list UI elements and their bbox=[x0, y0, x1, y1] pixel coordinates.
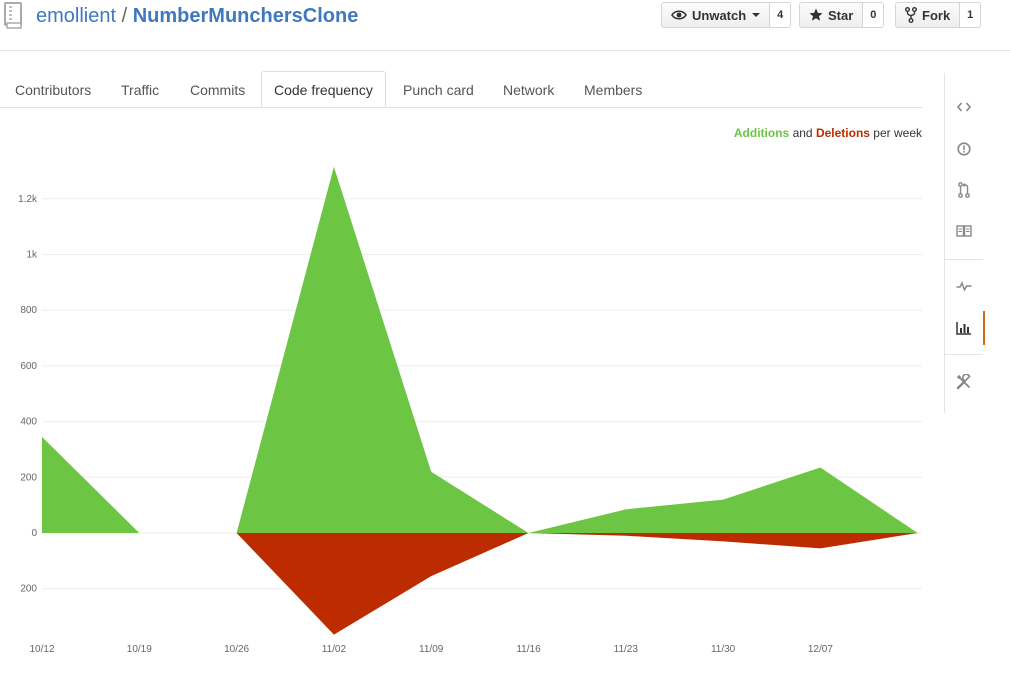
y-tick-label: 1.2k bbox=[18, 194, 38, 205]
repo-owner-link[interactable]: emollient bbox=[36, 5, 116, 27]
x-tick-label: 11/16 bbox=[516, 644, 541, 655]
repo-header: emollient / NumberMunchersClone Unwatch … bbox=[0, 0, 1010, 51]
sidebar-item-issues[interactable] bbox=[945, 132, 983, 166]
pulse-icon bbox=[956, 281, 972, 291]
legend-and: and bbox=[792, 126, 813, 140]
repo-title: emollient / NumberMunchersClone bbox=[36, 3, 358, 29]
unwatch-label: Unwatch bbox=[692, 7, 747, 23]
x-tick-label: 11/23 bbox=[614, 644, 639, 655]
x-tick-label: 11/02 bbox=[322, 644, 347, 655]
wiki-icon bbox=[956, 225, 972, 237]
y-tick-label: 600 bbox=[20, 361, 37, 372]
settings-icon bbox=[956, 374, 971, 390]
legend-deletions: Deletions bbox=[815, 126, 870, 140]
y-tick-label: 800 bbox=[20, 305, 37, 316]
x-tick-label: 11/09 bbox=[419, 644, 444, 655]
star-icon bbox=[809, 8, 823, 21]
fork-button-group: Fork 1 bbox=[895, 2, 982, 28]
chart-legend: Additions and Deletions per week bbox=[734, 126, 922, 140]
sidebar-item-settings[interactable] bbox=[945, 365, 983, 399]
graphs-icon bbox=[956, 322, 971, 335]
sidebar-divider bbox=[945, 259, 983, 260]
star-button[interactable]: Star bbox=[799, 2, 864, 28]
issues-icon bbox=[957, 142, 971, 156]
stargazers-count[interactable]: 0 bbox=[863, 2, 885, 28]
repo-title-separator: / bbox=[121, 5, 128, 27]
chevron-down-icon bbox=[752, 13, 761, 17]
tab-network[interactable]: Network bbox=[503, 71, 554, 107]
x-tick-label: 10/26 bbox=[224, 644, 249, 655]
forks-count[interactable]: 1 bbox=[960, 2, 982, 28]
watchers-count[interactable]: 4 bbox=[770, 2, 792, 28]
sidebar-item-wiki[interactable] bbox=[945, 214, 983, 248]
deletions-area bbox=[236, 533, 918, 635]
legend-suffix: per week bbox=[873, 126, 922, 140]
x-tick-label: 12/07 bbox=[808, 644, 833, 655]
pull-requests-icon bbox=[958, 182, 970, 198]
sidebar-item-pulse[interactable] bbox=[945, 269, 983, 303]
tab-punch-card[interactable]: Punch card bbox=[403, 71, 474, 107]
tab-members[interactable]: Members bbox=[584, 71, 642, 107]
y-tick-label: 200 bbox=[20, 472, 37, 483]
y-tick-label: 1k bbox=[26, 250, 38, 261]
sidebar-item-graphs[interactable] bbox=[945, 311, 985, 345]
additions-area bbox=[42, 436, 140, 533]
code-icon bbox=[957, 102, 971, 112]
star-label: Star bbox=[828, 7, 854, 23]
tab-traffic[interactable]: Traffic bbox=[121, 71, 159, 107]
tab-contributors[interactable]: Contributors bbox=[15, 71, 91, 107]
eye-icon bbox=[671, 10, 687, 20]
repo-sidebar-nav bbox=[944, 73, 985, 413]
y-tick-label: 200 bbox=[20, 584, 37, 595]
repo-name-link[interactable]: NumberMunchersClone bbox=[133, 5, 359, 27]
legend-additions: Additions bbox=[733, 126, 790, 140]
sidebar-item-pull-requests[interactable] bbox=[945, 173, 983, 207]
tab-code-frequency[interactable]: Code frequency bbox=[261, 71, 386, 107]
repo-book-icon bbox=[4, 2, 24, 30]
watch-button-group: Unwatch 4 bbox=[661, 2, 792, 28]
star-button-group: Star 0 bbox=[799, 2, 885, 28]
sidebar-divider bbox=[945, 354, 983, 355]
tab-commits[interactable]: Commits bbox=[190, 71, 245, 107]
sidebar-item-code[interactable] bbox=[945, 90, 983, 124]
fork-icon bbox=[905, 7, 917, 23]
x-tick-label: 11/30 bbox=[711, 644, 736, 655]
fork-button[interactable]: Fork bbox=[895, 2, 961, 28]
unwatch-button[interactable]: Unwatch bbox=[661, 2, 771, 28]
y-tick-label: 400 bbox=[20, 417, 37, 428]
fork-label: Fork bbox=[922, 7, 951, 23]
graphs-tabnav: Contributors Traffic Commits Code freque… bbox=[0, 71, 922, 108]
additions-area bbox=[236, 166, 918, 533]
x-tick-label: 10/12 bbox=[29, 644, 54, 655]
y-tick-label: 0 bbox=[31, 528, 37, 539]
code-frequency-chart: 1.2k 1k 800 600 400 200 0 200 10/12 10/19 10/26 11/… bbox=[18, 166, 922, 655]
x-tick-label: 10/19 bbox=[127, 644, 152, 655]
